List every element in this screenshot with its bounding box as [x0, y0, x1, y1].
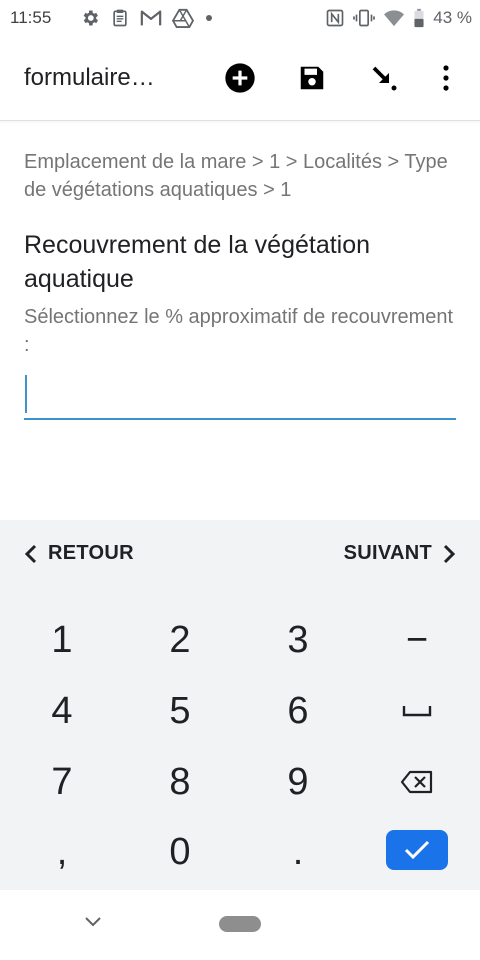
next-label: SUIVANT	[343, 542, 432, 564]
question-hint: Sélectionnez le % approximatif de recouv…	[24, 306, 454, 356]
hide-keyboard-button[interactable]	[82, 914, 104, 935]
key-5[interactable]: 5	[140, 681, 220, 741]
clipboard-icon	[113, 9, 127, 27]
chevron-left-icon	[24, 544, 37, 563]
key-backspace[interactable]	[377, 752, 457, 812]
jump-icon	[372, 66, 397, 91]
key-3[interactable]: 3	[258, 610, 338, 670]
jump-button[interactable]	[364, 58, 404, 98]
nfc-icon	[326, 9, 344, 27]
status-left-icons	[80, 8, 214, 28]
more-vert-icon	[443, 65, 449, 91]
text-caret	[25, 375, 27, 413]
form-navigation: RETOUR SUIVANT	[0, 520, 480, 593]
key-9[interactable]: 9	[258, 752, 338, 812]
key-6[interactable]: 6	[258, 681, 338, 741]
numeric-keypad: 1 2 3 − 4 5 6 7 8 9 , 0 .	[0, 592, 480, 890]
save-button[interactable]	[292, 58, 332, 98]
key-0[interactable]: 0	[140, 822, 220, 882]
save-icon	[300, 66, 324, 90]
battery-percentage: 43 %	[433, 8, 472, 27]
settings-icon	[83, 10, 98, 26]
more-options-button[interactable]	[426, 58, 466, 98]
dot-icon	[206, 15, 212, 21]
battery-icon	[414, 8, 424, 28]
page-title: formulaire…	[24, 64, 155, 91]
question-title: Recouvrement de la végétation aquatique	[24, 231, 371, 293]
space-icon	[402, 706, 432, 717]
system-navigation-bar	[0, 890, 480, 960]
add-button[interactable]	[220, 58, 260, 98]
app-bar: formulaire…	[0, 36, 480, 121]
wifi-icon	[384, 10, 405, 27]
key-2[interactable]: 2	[140, 610, 220, 670]
key-8[interactable]: 8	[140, 752, 220, 812]
status-bar: 11:55 43 %	[0, 0, 480, 36]
vibrate-icon	[353, 9, 376, 27]
key-space[interactable]	[377, 681, 457, 741]
back-label: RETOUR	[48, 542, 134, 564]
chevron-right-icon	[443, 544, 456, 563]
next-button[interactable]: SUIVANT	[344, 542, 456, 565]
status-right-icons: 43 %	[325, 8, 472, 28]
key-comma[interactable]: ,	[22, 822, 102, 882]
key-1[interactable]: 1	[22, 610, 102, 670]
home-pill[interactable]	[219, 916, 261, 932]
status-time: 11:55	[10, 8, 52, 27]
answer-input[interactable]	[24, 370, 456, 420]
key-4[interactable]: 4	[22, 681, 102, 741]
key-period[interactable]: .	[258, 822, 338, 882]
back-button[interactable]: RETOUR	[24, 542, 134, 565]
key-7[interactable]: 7	[22, 752, 102, 812]
backspace-icon	[400, 770, 433, 794]
key-minus[interactable]: −	[377, 610, 457, 670]
check-icon	[404, 840, 430, 860]
confirm-button[interactable]	[386, 830, 448, 870]
add-icon	[225, 63, 255, 93]
chevron-down-icon	[85, 917, 101, 927]
drive-icon	[172, 8, 194, 28]
breadcrumb: Emplacement de la mare > 1 > Localités >…	[24, 151, 448, 201]
gmail-icon	[140, 10, 162, 26]
